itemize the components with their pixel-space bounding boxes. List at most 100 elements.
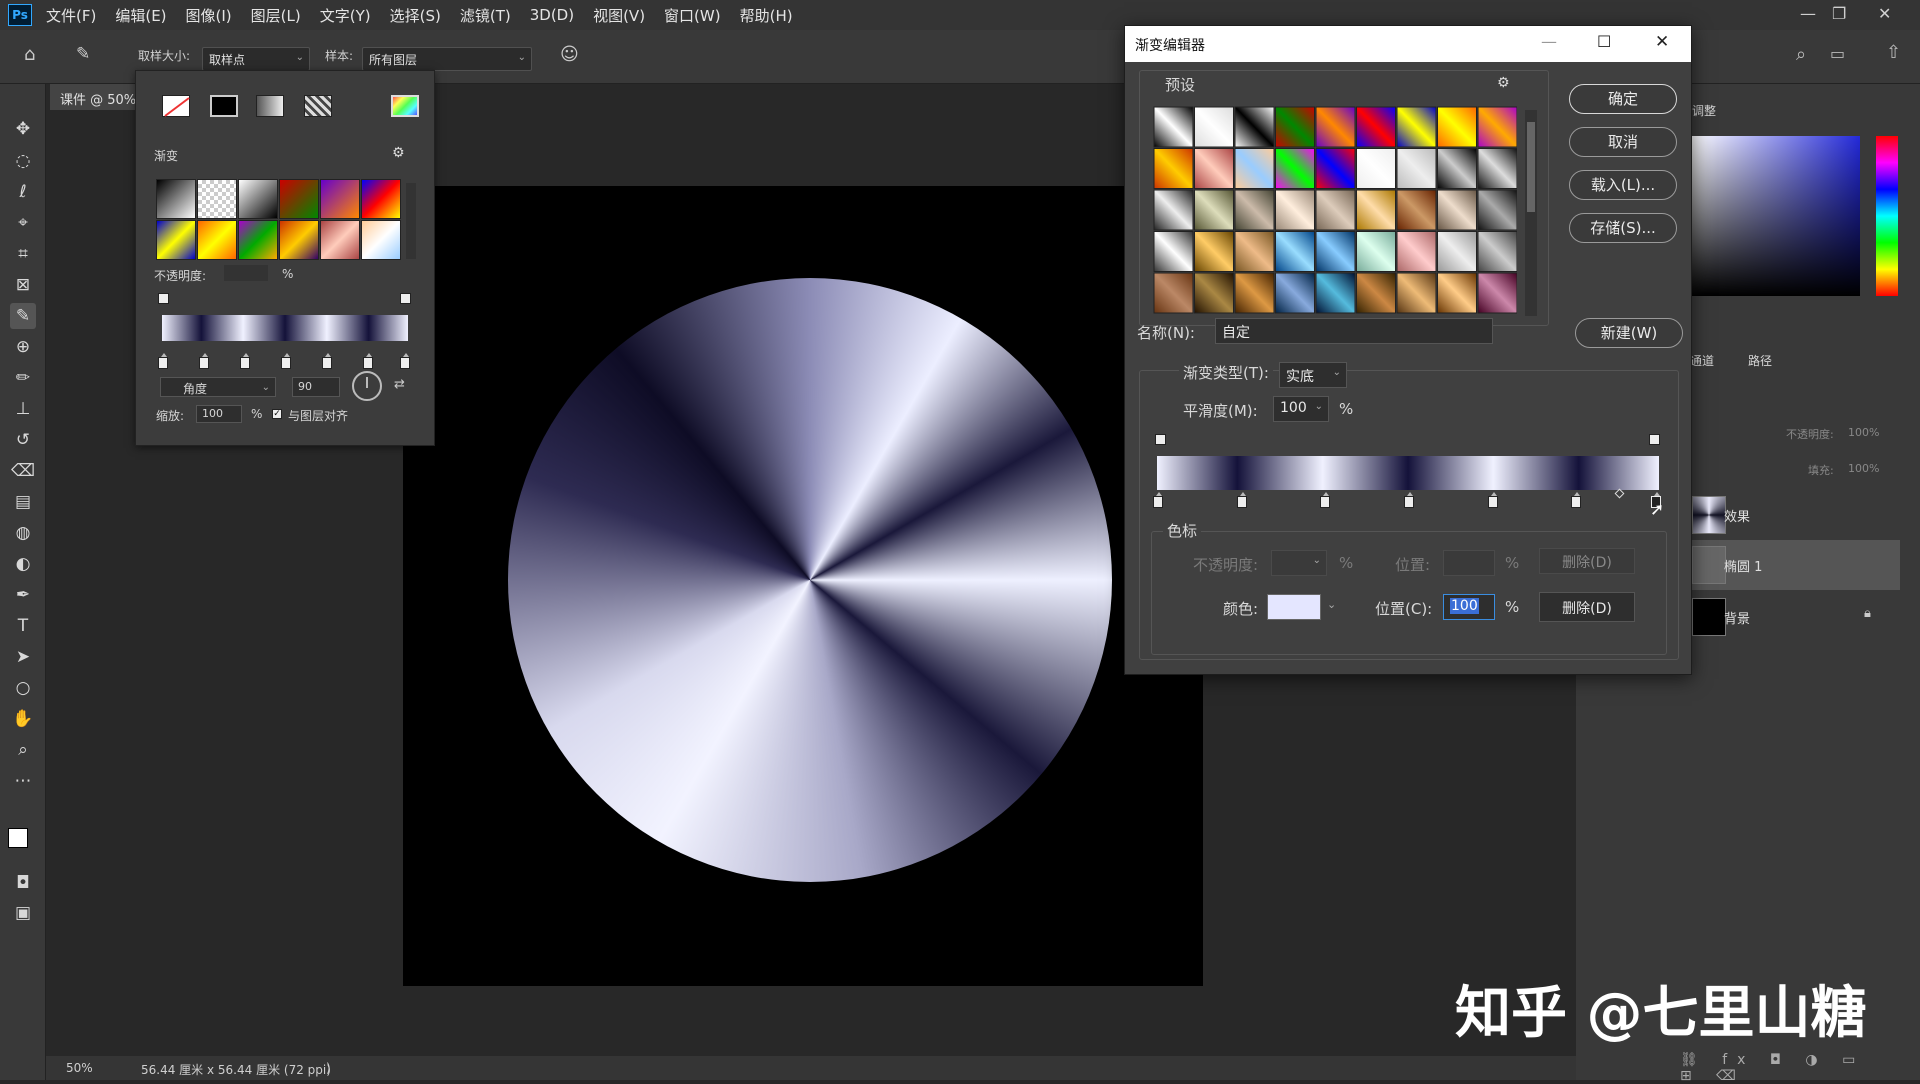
preset-swatch[interactable] bbox=[1234, 106, 1275, 148]
name-input[interactable]: 自定 bbox=[1215, 318, 1493, 344]
workspace-icon[interactable]: ▭ bbox=[1830, 44, 1845, 63]
menu-image[interactable]: 图像(I) bbox=[186, 5, 232, 26]
preset-swatch[interactable] bbox=[1194, 106, 1234, 148]
preset-swatch[interactable] bbox=[1315, 148, 1356, 189]
menu-help[interactable]: 帮助(H) bbox=[740, 5, 793, 26]
preset-swatch[interactable] bbox=[1234, 189, 1275, 231]
opacity-stop[interactable] bbox=[1155, 434, 1166, 445]
smoothness-input[interactable]: 100 ⌄ bbox=[1273, 396, 1329, 422]
preset-swatch[interactable] bbox=[197, 220, 237, 260]
preset-swatch[interactable] bbox=[1396, 106, 1437, 148]
preset-swatch[interactable] bbox=[238, 220, 278, 260]
menu-type[interactable]: 文字(Y) bbox=[320, 5, 371, 26]
close-icon[interactable]: ✕ bbox=[1655, 32, 1669, 52]
layer-row[interactable]: 效果 bbox=[1688, 490, 1900, 540]
target-icon[interactable]: ☺ bbox=[560, 44, 579, 65]
color-picker-icon[interactable] bbox=[391, 95, 419, 117]
color-field[interactable] bbox=[1692, 136, 1860, 296]
search-icon[interactable]: ⌕ bbox=[1796, 44, 1806, 65]
preset-swatch[interactable] bbox=[320, 179, 360, 219]
presets-grid[interactable] bbox=[1153, 106, 1517, 318]
preset-swatch[interactable] bbox=[197, 179, 237, 219]
channels-tab[interactable]: 通道 bbox=[1690, 352, 1714, 369]
preset-swatch[interactable] bbox=[1396, 148, 1437, 189]
preset-swatch[interactable] bbox=[1396, 189, 1437, 231]
color-stop[interactable] bbox=[363, 353, 373, 369]
gradient-style-select[interactable]: 角度 ⌄ bbox=[160, 377, 276, 397]
layer-row[interactable]: 椭圆 1 bbox=[1688, 540, 1900, 590]
gear-icon[interactable]: ⚙ bbox=[392, 145, 405, 161]
preset-swatch[interactable] bbox=[1437, 148, 1477, 189]
move-tool-icon[interactable]: ✥ bbox=[10, 116, 36, 142]
preset-swatch[interactable] bbox=[1356, 231, 1396, 272]
color-stop[interactable] bbox=[322, 353, 332, 369]
preset-swatch[interactable] bbox=[279, 179, 319, 219]
color-stop[interactable] bbox=[240, 353, 250, 369]
preset-swatch[interactable] bbox=[279, 220, 319, 260]
color-stop[interactable] bbox=[400, 353, 410, 369]
color-stop[interactable] bbox=[1404, 492, 1414, 508]
menu-select[interactable]: 选择(S) bbox=[390, 5, 441, 26]
preset-swatch[interactable] bbox=[1437, 272, 1477, 314]
dialog-titlebar[interactable]: 渐变编辑器 — ☐ ✕ bbox=[1125, 26, 1691, 62]
reverse-icon[interactable]: ⇄ bbox=[394, 377, 405, 392]
preset-swatch[interactable] bbox=[1153, 231, 1194, 272]
color-stop[interactable] bbox=[1571, 492, 1581, 508]
preset-swatch[interactable] bbox=[1234, 148, 1275, 189]
presets-scrollbar[interactable] bbox=[1525, 110, 1537, 316]
maximize-icon[interactable]: ☐ bbox=[1597, 32, 1611, 51]
solid-fill-icon[interactable] bbox=[210, 95, 238, 117]
color-stop[interactable] bbox=[1488, 492, 1498, 508]
opacity-stop[interactable] bbox=[158, 293, 169, 304]
hand-tool-icon[interactable]: ✋ bbox=[10, 706, 36, 732]
healing-tool-icon[interactable]: ⊕ bbox=[10, 334, 36, 360]
fill-value[interactable]: 100% bbox=[1848, 462, 1879, 475]
restore-icon[interactable]: ❐ bbox=[1832, 4, 1846, 23]
preset-swatch[interactable] bbox=[156, 179, 196, 219]
menu-window[interactable]: 窗口(W) bbox=[664, 5, 721, 26]
preset-swatch[interactable] bbox=[1234, 231, 1275, 272]
preset-swatch[interactable] bbox=[1194, 189, 1234, 231]
preset-swatch[interactable] bbox=[320, 220, 360, 260]
layer-row[interactable]: 背景 🔒︎ bbox=[1688, 592, 1900, 642]
pen-tool-icon[interactable]: ✒ bbox=[10, 582, 36, 608]
preset-swatch[interactable] bbox=[1396, 272, 1437, 314]
menu-3d[interactable]: 3D(D) bbox=[530, 6, 574, 24]
crop-tool-icon[interactable]: ⌗ bbox=[10, 241, 36, 267]
angle-dial-icon[interactable] bbox=[352, 371, 382, 401]
new-button[interactable]: 新建(W) bbox=[1575, 318, 1683, 348]
blur-tool-icon[interactable]: ◍ bbox=[10, 520, 36, 546]
layer-actions[interactable]: ⛓ fx ◘ ◑ ▭ ⊞ ⌫ bbox=[1680, 1052, 1880, 1084]
quick-select-tool-icon[interactable]: ⌖ bbox=[10, 210, 36, 236]
preset-swatch[interactable] bbox=[1153, 148, 1194, 189]
minimize-icon[interactable]: — bbox=[1541, 32, 1557, 51]
preset-swatch[interactable] bbox=[1437, 189, 1477, 231]
preset-swatch[interactable] bbox=[1315, 106, 1356, 148]
paths-tab[interactable]: 路径 bbox=[1748, 352, 1772, 369]
preset-swatch[interactable] bbox=[1275, 148, 1315, 189]
save-button[interactable]: 存储(S)... bbox=[1569, 213, 1677, 243]
ellipse-tool-icon[interactable]: ○ bbox=[10, 675, 36, 701]
chevron-down-icon[interactable]: ⌄ bbox=[1327, 598, 1336, 611]
zoom-level[interactable]: 50% bbox=[66, 1061, 93, 1075]
gear-icon[interactable]: ⚙ bbox=[1497, 75, 1510, 91]
no-fill-icon[interactable] bbox=[162, 95, 190, 117]
preset-swatch[interactable] bbox=[1437, 106, 1477, 148]
cancel-button[interactable]: 取消 bbox=[1569, 127, 1677, 157]
color-stop[interactable] bbox=[199, 353, 209, 369]
delete-color-button[interactable]: 删除(D) bbox=[1539, 592, 1635, 622]
preset-swatch[interactable] bbox=[361, 179, 401, 219]
zoom-tool-icon[interactable]: ⌕ bbox=[10, 737, 36, 763]
foreground-color-swatch[interactable] bbox=[8, 828, 28, 848]
ok-button[interactable]: 确定 bbox=[1569, 84, 1677, 114]
preset-swatch[interactable] bbox=[238, 179, 278, 219]
preset-swatch[interactable] bbox=[1477, 231, 1517, 272]
eyedropper-icon[interactable]: ✎ bbox=[76, 44, 90, 64]
history-brush-icon[interactable]: ↺ bbox=[10, 427, 36, 453]
menu-view[interactable]: 视图(V) bbox=[593, 5, 645, 26]
align-checkbox[interactable]: ✓ bbox=[272, 409, 282, 419]
sample-size-select[interactable]: 取样点 ⌄ bbox=[202, 47, 310, 71]
preset-swatch[interactable] bbox=[1315, 272, 1356, 314]
eyedropper-tool-icon[interactable]: ✎ bbox=[10, 303, 36, 329]
hue-slider[interactable] bbox=[1876, 136, 1898, 296]
